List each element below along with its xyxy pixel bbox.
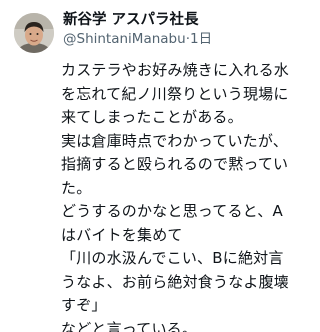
tweet: 新谷学 アスパラ社長 @ShintaniManabu·1日 カステラやお好み焼き… xyxy=(0,0,320,332)
tweet-text: カステラやお好み焼きに入れる水 を忘れて紀ノ川祭りという現場に 来てしまったこと… xyxy=(61,59,315,332)
tweet-header: 新谷学 アスパラ社長 @ShintaniManabu·1日 xyxy=(63,10,312,49)
tweet-text-line: た。 xyxy=(61,178,92,197)
tweet-text-line: を忘れて紀ノ川祭りという現場に xyxy=(61,84,289,103)
tweet-text-line: 「川の水汲んでこい、Bに絶対言 xyxy=(61,249,284,267)
tweet-text-line: 実は倉庫時点でわかっていたが、 xyxy=(61,131,288,150)
tweet-text-line: はバイトを集めて xyxy=(61,225,183,244)
user-handle[interactable]: @ShintaniManabu xyxy=(63,31,186,47)
tweet-text-line: 来てしまったことがある。 xyxy=(61,108,243,126)
tweet-text-line: などと言っている。 xyxy=(61,319,198,332)
avatar-photo-icon xyxy=(14,13,54,53)
display-name[interactable]: 新谷学 アスパラ社長 xyxy=(63,10,312,30)
tweet-text-line: カステラやお好み焼きに入れる水 xyxy=(61,61,290,79)
avatar[interactable] xyxy=(14,13,54,53)
tweet-text-line: すぞ」 xyxy=(61,296,107,314)
tweet-meta: @ShintaniManabu·1日 xyxy=(63,30,312,49)
tweet-text-line: 指摘すると殴られるので黙ってい xyxy=(61,155,289,173)
tweet-timestamp[interactable]: 1日 xyxy=(190,31,212,47)
tweet-text-line: どうするのかなと思ってると、A xyxy=(61,202,283,220)
tweet-text-line: うなよ、お前ら絶対食うなよ腹壊 xyxy=(61,272,290,291)
